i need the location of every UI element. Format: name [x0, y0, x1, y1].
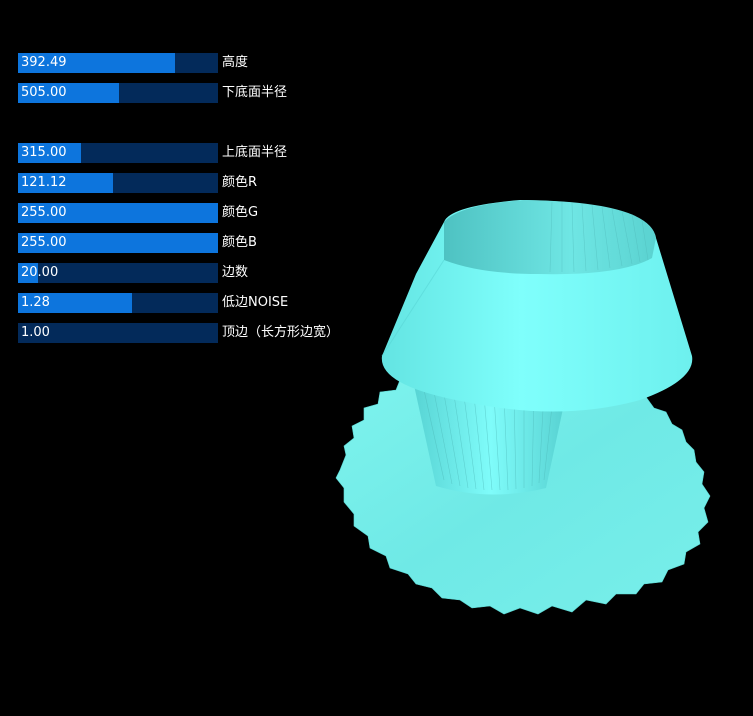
3d-viewport[interactable]	[320, 180, 740, 640]
slider-fill	[18, 233, 218, 253]
bottom-radius-slider[interactable]: 505.00	[18, 83, 218, 103]
noise-slider[interactable]: 1.28	[18, 293, 218, 313]
color-b-slider[interactable]: 255.00	[18, 233, 218, 253]
slider-label: 边数	[222, 265, 249, 280]
slider-label: 高度	[222, 55, 249, 70]
slider-row-top-radius: 315.00 上底面半径	[18, 143, 358, 163]
slider-label: 颜色B	[222, 235, 257, 250]
slider-row-top-edge: 1.00 顶边（长方形边宽）	[18, 323, 358, 343]
slider-fill	[18, 173, 113, 193]
sides-slider[interactable]: 20.00	[18, 263, 218, 283]
slider-row-bottom-radius: 505.00 下底面半径	[18, 83, 358, 103]
slider-label: 颜色R	[222, 175, 258, 190]
slider-label: 低边NOISE	[222, 295, 289, 310]
slider-row-color-g: 255.00 颜色G	[18, 203, 358, 223]
slider-row-sides: 20.00 边数	[18, 263, 358, 283]
slider-label: 下底面半径	[222, 85, 288, 100]
color-g-slider[interactable]: 255.00	[18, 203, 218, 223]
slider-fill	[18, 143, 81, 163]
slider-row-noise: 1.28 低边NOISE	[18, 293, 358, 313]
slider-fill	[18, 53, 175, 73]
top-edge-width-slider[interactable]: 1.00	[18, 323, 218, 343]
slider-value: 1.00	[21, 325, 50, 340]
height-slider[interactable]: 392.49	[18, 53, 218, 73]
top-radius-slider[interactable]: 315.00	[18, 143, 218, 163]
slider-label: 颜色G	[222, 205, 259, 220]
slider-row-height: 392.49 高度	[18, 53, 358, 73]
slider-label: 上底面半径	[222, 145, 288, 160]
slider-fill	[18, 83, 119, 103]
3d-model-render	[335, 200, 711, 615]
color-r-slider[interactable]: 121.12	[18, 173, 218, 193]
slider-fill	[18, 263, 38, 283]
slider-row-color-r: 121.12 颜色R	[18, 173, 358, 193]
slider-fill	[18, 293, 132, 313]
slider-fill	[18, 203, 218, 223]
slider-row-color-b: 255.00 颜色B	[18, 233, 358, 253]
